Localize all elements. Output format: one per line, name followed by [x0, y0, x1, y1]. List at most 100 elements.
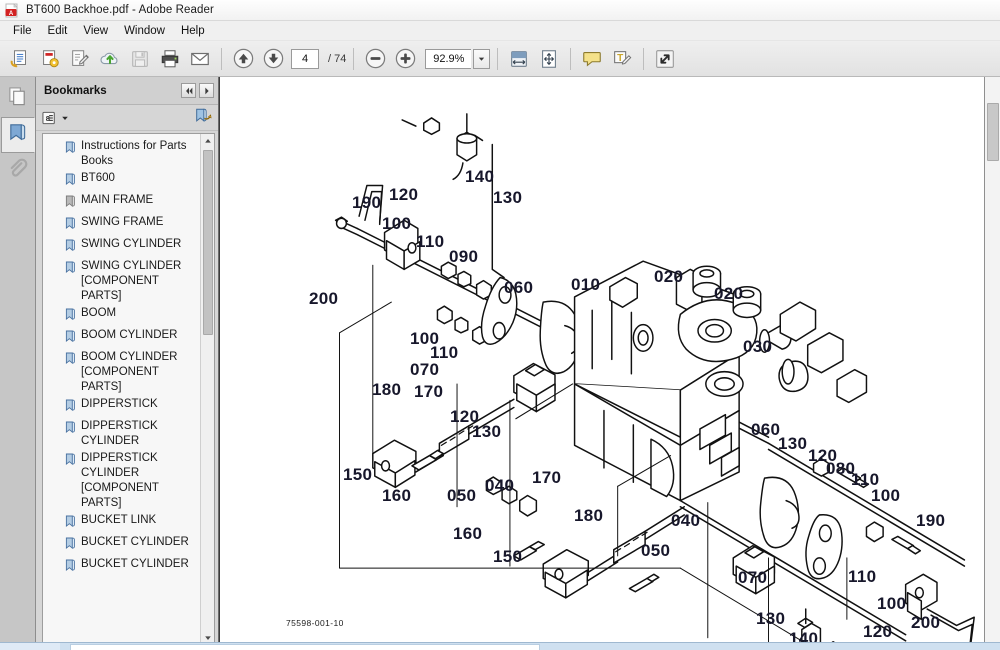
menu-item-file[interactable]: File — [5, 23, 40, 39]
bookmark-label: DIPPERSTICK — [81, 398, 158, 410]
pages-icon — [7, 86, 28, 112]
pdf-page[interactable]: 140 120 130 190 100 110 090 060 010 020 020 200 030 1… — [219, 77, 984, 650]
save-button[interactable] — [126, 45, 154, 73]
bookmarks-panel-title: Bookmarks — [44, 84, 107, 97]
bookmark-label: BUCKET CYLINDER — [81, 558, 189, 570]
options-dropdown-arrow — [61, 109, 69, 127]
menu-item-view[interactable]: View — [75, 23, 116, 39]
bookmark-item[interactable]: BUCKET CYLINDER — [43, 556, 200, 578]
bookmark-ribbon-icon — [65, 453, 76, 471]
part-callout: 160 — [382, 486, 412, 505]
bookmark-item[interactable]: BT600 — [43, 170, 200, 192]
bookmark-ribbon-icon — [7, 122, 28, 148]
bookmark-item[interactable]: BOOM — [43, 305, 200, 327]
page-thumbnails-tab[interactable] — [1, 81, 35, 117]
combine-files-button[interactable] — [36, 45, 64, 73]
bookmark-item[interactable]: BUCKET LINK — [43, 512, 200, 534]
zoom-out-button[interactable] — [361, 45, 389, 73]
add-comment-button[interactable] — [578, 45, 606, 73]
document-scroll-thumb[interactable] — [987, 103, 999, 161]
bookmarks-list[interactable]: Instructions for Parts Books BT600 MAIN FR… — [42, 133, 215, 646]
bookmarks-scroll-thumb[interactable] — [203, 150, 213, 335]
expand-panel-button[interactable] — [199, 83, 214, 98]
window-title: BT600 Backhoe.pdf - Adobe Reader — [26, 4, 214, 16]
bookmark-ribbon-icon — [65, 239, 76, 257]
part-callout: 040 — [671, 511, 701, 530]
bookmark-label: MAIN FRAME — [81, 194, 154, 206]
bookmark-item[interactable]: BOOM CYLINDER — [43, 327, 200, 349]
part-callout: 100 — [382, 214, 412, 233]
main-toolbar: 4 / 74 92.9% T — [0, 41, 1000, 77]
bookmark-ribbon-icon — [65, 399, 76, 417]
print-button[interactable] — [156, 45, 184, 73]
part-callout: 200 — [911, 613, 941, 632]
menu-item-edit[interactable]: Edit — [40, 23, 76, 39]
fill-and-sign-button[interactable] — [66, 45, 94, 73]
part-callout: 190 — [352, 193, 382, 212]
bookmark-label: BOOM CYLINDER — [81, 329, 178, 341]
read-mode-button[interactable] — [651, 45, 679, 73]
create-pdf-button[interactable] — [6, 45, 34, 73]
taskbar-start-area — [0, 643, 60, 650]
bookmark-label: BT600 — [81, 172, 115, 184]
document-scrollbar[interactable] — [984, 77, 1000, 650]
menu-item-window[interactable]: Window — [116, 23, 173, 39]
bookmark-ribbon-icon — [65, 195, 76, 213]
bookmark-item[interactable]: MAIN FRAME — [43, 192, 200, 214]
part-callout: 100 — [871, 486, 901, 505]
new-bookmark-button[interactable] — [194, 107, 212, 129]
pdf-file-icon: A — [5, 2, 20, 18]
taskbar-window-button[interactable] — [70, 644, 540, 650]
store-files-button[interactable] — [96, 45, 124, 73]
scroll-up-arrow[interactable] — [200, 134, 214, 148]
bookmark-ribbon-icon — [65, 515, 76, 533]
bookmark-label: SWING FRAME — [81, 216, 164, 228]
part-callout: 160 — [453, 524, 483, 543]
part-callout: 170 — [532, 468, 562, 487]
bookmark-item[interactable]: SWING FRAME — [43, 214, 200, 236]
bookmark-item[interactable]: BUCKET CYLINDER — [43, 534, 200, 556]
taskbar-strip — [0, 642, 1000, 650]
part-callout: 100 — [877, 594, 907, 613]
collapse-panel-button[interactable] — [181, 83, 196, 98]
bookmark-ribbon-icon — [65, 352, 76, 370]
paperclip-icon — [7, 158, 28, 184]
part-callout: 110 — [416, 232, 445, 251]
part-callout: 130 — [756, 609, 786, 628]
fit-width-button[interactable] — [505, 45, 533, 73]
bookmark-label: SWING CYLINDER [COMPONENT PARTS] — [81, 260, 182, 302]
bookmark-ribbon-icon — [65, 173, 76, 191]
page-number-input[interactable]: 4 — [291, 48, 319, 69]
previous-page-button[interactable] — [229, 45, 257, 73]
bookmark-label: BUCKET LINK — [81, 514, 157, 526]
menu-bar: File Edit View Window Help — [0, 21, 1000, 41]
zoom-level-input[interactable]: 92.9% — [425, 48, 472, 69]
bookmark-options-button[interactable]: 8 — [42, 109, 69, 127]
part-callout: 110 — [848, 567, 877, 586]
fit-page-button[interactable] — [535, 45, 563, 73]
bookmark-item[interactable]: Instructions for Parts Books — [43, 138, 200, 170]
highlight-text-button[interactable]: T — [608, 45, 636, 73]
bookmark-item[interactable]: SWING CYLINDER [COMPONENT PARTS] — [43, 258, 200, 305]
bookmark-item[interactable]: BOOM CYLINDER [COMPONENT PARTS] — [43, 349, 200, 396]
zoom-dropdown-arrow[interactable] — [473, 48, 491, 69]
bookmark-item[interactable]: DIPPERSTICK CYLINDER [COMPONENT PARTS] — [43, 450, 200, 512]
bookmarks-tab[interactable] — [0, 117, 35, 153]
part-callout: 130 — [472, 422, 502, 441]
part-callout: 130 — [778, 434, 808, 453]
next-page-button[interactable] — [259, 45, 287, 73]
part-callout: 180 — [372, 380, 402, 399]
attachments-tab[interactable] — [1, 153, 35, 189]
part-callout: 200 — [309, 289, 339, 308]
bookmark-item[interactable]: SWING CYLINDER — [43, 236, 200, 258]
bookmark-label: Instructions for Parts Books — [81, 140, 187, 167]
toolbar-separator — [570, 47, 572, 70]
bookmark-item[interactable]: DIPPERSTICK — [43, 396, 200, 418]
bookmark-label: DIPPERSTICK CYLINDER — [81, 420, 158, 447]
email-button[interactable] — [186, 45, 214, 73]
zoom-in-button[interactable] — [391, 45, 419, 73]
bookmarks-scrollbar[interactable] — [200, 134, 214, 645]
part-callout: 050 — [641, 541, 671, 560]
bookmark-item[interactable]: DIPPERSTICK CYLINDER — [43, 418, 200, 450]
menu-item-help[interactable]: Help — [173, 23, 213, 39]
